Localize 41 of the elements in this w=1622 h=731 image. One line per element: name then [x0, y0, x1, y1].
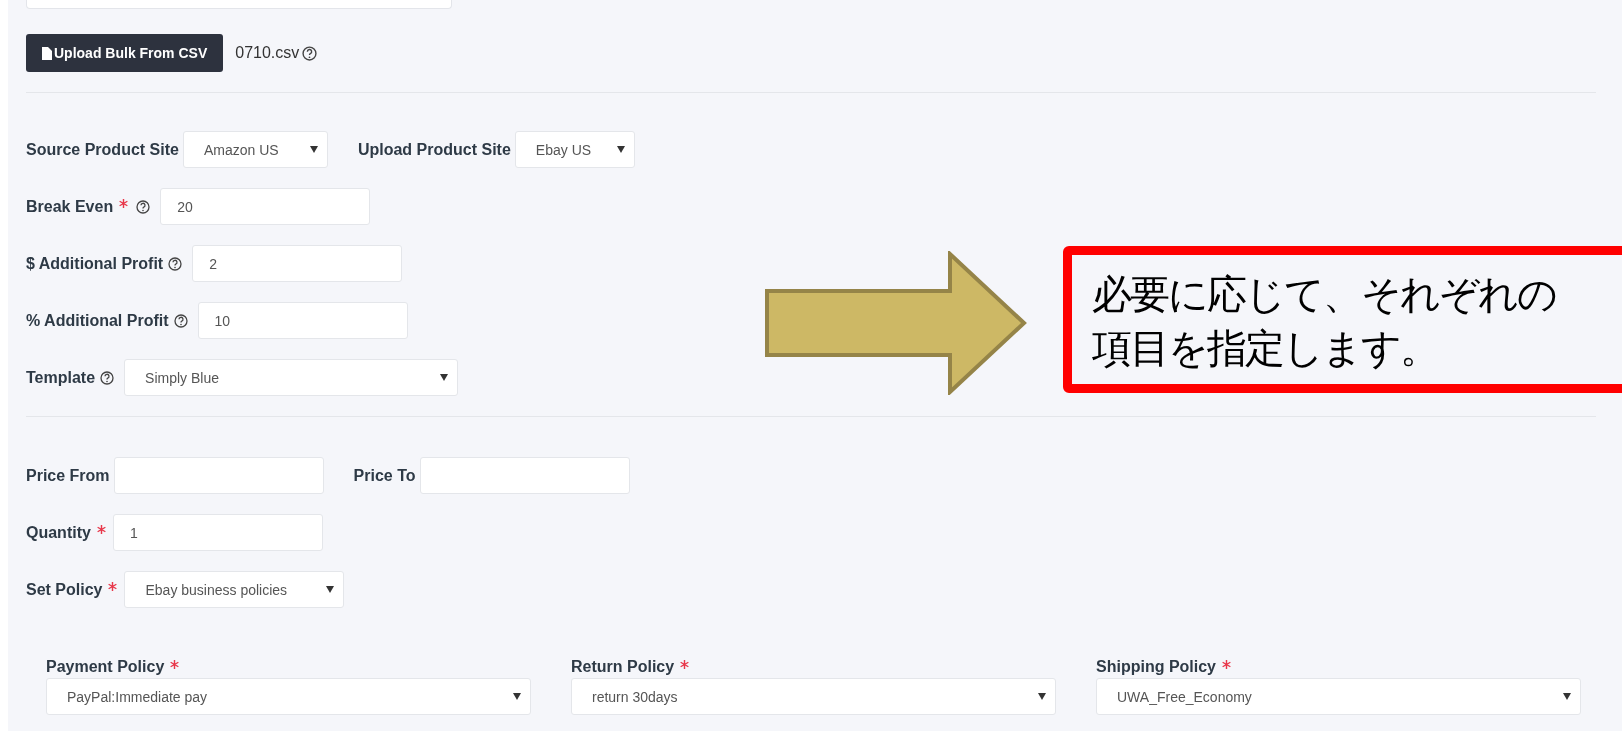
field-label: Price From — [26, 466, 110, 485]
caret-icon — [440, 374, 449, 381]
file-name: 0710.csv — [235, 44, 300, 62]
select-field[interactable]: UWA_Free_Economy — [1096, 678, 1581, 715]
field-label: Upload Product Site — [357, 140, 511, 159]
input-field[interactable]: 10 — [197, 302, 408, 339]
field-label: % Additional Profit — [26, 311, 169, 330]
help-icon — [302, 45, 318, 61]
caret-icon — [1038, 693, 1046, 700]
field-label: Return Policy — [571, 658, 675, 676]
field-label: Price To — [353, 466, 416, 485]
field-label: $ Additional Profit — [26, 254, 164, 273]
input-field[interactable]: 2 — [192, 245, 403, 282]
select-field[interactable]: Simply Blue — [124, 359, 459, 396]
caret-icon — [309, 146, 318, 153]
input-field[interactable]: 1 — [112, 514, 323, 551]
callout-text: 必要に応じて、それぞれの — [1092, 270, 1557, 319]
file-icon — [42, 46, 52, 60]
input-field[interactable] — [419, 457, 630, 494]
field-label: Shipping Policy — [1096, 658, 1216, 676]
select-field[interactable]: Ebay business policies — [124, 571, 345, 608]
select-field[interactable]: Amazon US — [182, 131, 328, 168]
callout-text: 項目を指定します。 — [1092, 324, 1439, 373]
caret-icon — [513, 693, 521, 700]
field-label: Set Policy — [26, 580, 103, 599]
field-label: Template — [26, 368, 96, 387]
input-field[interactable] — [26, 0, 452, 9]
select-field[interactable]: Ebay US — [514, 131, 635, 168]
field-label: Break Even — [26, 197, 114, 216]
field-label: Source Product Site — [26, 140, 179, 159]
select-field[interactable]: PayPal:Immediate pay — [46, 678, 531, 715]
field-label: Payment Policy — [46, 658, 165, 676]
caret-icon — [616, 146, 625, 153]
select-field[interactable]: return 30days — [571, 678, 1056, 715]
arrow-icon — [764, 251, 1028, 395]
input-field[interactable] — [113, 457, 324, 494]
caret-icon — [326, 586, 335, 593]
input-field[interactable]: 20 — [160, 188, 371, 225]
caret-icon — [1563, 693, 1571, 700]
field-label: Quantity — [26, 523, 91, 542]
upload-button[interactable]: Upload Bulk From CSV — [26, 34, 224, 72]
